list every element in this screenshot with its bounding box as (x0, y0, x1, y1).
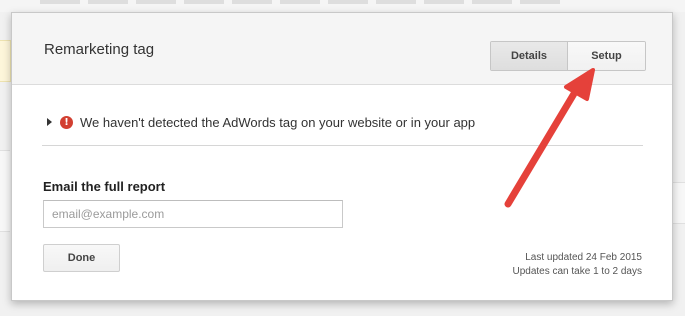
update-info: Last updated 24 Feb 2015 Updates can tak… (512, 251, 642, 279)
background-text (40, 0, 560, 4)
tag-status-message: We haven't detected the AdWords tag on y… (80, 115, 475, 130)
dialog-title: Remarketing tag (44, 41, 154, 58)
background-panel-left (0, 150, 10, 232)
email-input[interactable] (43, 200, 343, 228)
setup-tab[interactable]: Setup (568, 42, 645, 70)
update-delay-note: Updates can take 1 to 2 days (512, 265, 642, 279)
remarketing-tag-dialog: Remarketing tag Details Setup ! We haven… (11, 12, 673, 301)
expand-caret-icon[interactable] (47, 118, 52, 126)
background-page-top (0, 0, 685, 12)
dialog-header: Remarketing tag Details Setup (12, 13, 672, 85)
tag-status-row[interactable]: ! We haven't detected the AdWords tag on… (47, 113, 475, 131)
background-notice (0, 40, 11, 82)
view-toggle: Details Setup (490, 41, 646, 71)
done-button[interactable]: Done (43, 244, 120, 272)
error-icon: ! (60, 116, 73, 129)
divider (42, 145, 643, 146)
email-report-heading: Email the full report (43, 179, 165, 194)
last-updated-text: Last updated 24 Feb 2015 (512, 251, 642, 265)
details-tab[interactable]: Details (491, 42, 568, 70)
